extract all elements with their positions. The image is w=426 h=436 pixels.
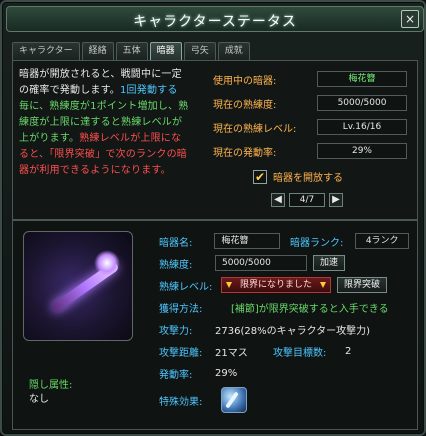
- tab-character[interactable]: キャラクター: [12, 42, 80, 60]
- close-button[interactable]: ×: [401, 10, 419, 28]
- hidden-attribute: 隠し属性: なし: [29, 379, 72, 407]
- speed-button[interactable]: 加速: [313, 255, 346, 271]
- stat-label: 使用中の暗器:: [213, 75, 277, 87]
- stat-value: 5000/5000: [317, 95, 407, 111]
- effect-label: 特殊効果:: [159, 396, 203, 408]
- special-effect-icon[interactable]: [221, 387, 247, 413]
- tab-bar: キャラクター 経絡 五体 暗器 弓矢 成就: [12, 42, 250, 60]
- tab-body[interactable]: 五体: [115, 42, 148, 60]
- detail-row-method: 獲得方法: [補節]が限界突破すると入手できる: [159, 297, 409, 317]
- detail-row-level: 熟練レベル: 限界になりました 限界突破: [159, 275, 409, 295]
- desc-line-3: 毎に、熟練度が1ポイント増加し、熟: [19, 101, 189, 112]
- breakthrough-button[interactable]: 限界突破: [337, 277, 388, 293]
- detail-row-rate: 発動率: 29%: [159, 363, 409, 383]
- name-label: 暗器名:: [159, 237, 193, 249]
- desc-line-2: の確率で発動します。1回発動する: [19, 85, 178, 96]
- pager: ◀ 4/7 ▶: [271, 193, 343, 207]
- open-hidden-weapon-row[interactable]: ✔ 暗器を開放する: [253, 169, 343, 184]
- weapon-details: 暗器名: 梅花簪 暗器ランク: 4ランク 熟練度: 5000/5000 加速 熟…: [159, 231, 410, 417]
- stat-label: 現在の熟練度:: [213, 99, 277, 111]
- stat-value: Lv.16/16: [317, 119, 407, 135]
- limit-reached-indicator: 限界になりました: [221, 277, 331, 293]
- rate-value: 29%: [215, 367, 238, 379]
- hidden-attr-value: なし: [29, 394, 49, 405]
- desc-line-6: ると、「限界突破」で次のランクの暗: [19, 149, 187, 160]
- stat-label: 現在の発動率:: [213, 147, 277, 159]
- tab-achievements[interactable]: 成就: [217, 42, 250, 60]
- desc-line-4: 練度が上限に達すると熟練レベルが: [19, 117, 183, 128]
- level-label: 熟練レベル:: [159, 281, 213, 293]
- stat-value: 梅花簪: [317, 71, 407, 87]
- detail-row-attack: 攻撃力: 2736(28%のキャラクター攻撃力): [159, 319, 409, 339]
- arrow-down-icon: [226, 282, 232, 288]
- method-label: 獲得方法:: [159, 303, 203, 315]
- open-checkbox[interactable]: ✔: [253, 169, 267, 184]
- desc-line-7: 器が利用できるようになります。: [19, 165, 171, 176]
- stats-block: 使用中の暗器: 梅花簪 現在の熟練度: 5000/5000 現在の熟練レベル: …: [213, 69, 413, 165]
- distance-value: 21マス: [215, 347, 248, 359]
- stat-row-proficiency: 現在の熟練度: 5000/5000: [213, 93, 413, 113]
- tab-meridian[interactable]: 経絡: [81, 42, 114, 60]
- description: 暗器が開放されると、戦闘中に一定 の確率で発動します。1回発動する 毎に、熟練度…: [19, 67, 205, 179]
- arrow-down-icon: [320, 282, 326, 288]
- tab-hidden-weapon[interactable]: 暗器: [149, 42, 182, 60]
- prev-page-button[interactable]: ◀: [271, 193, 285, 207]
- window-title: キャラクターステータス: [133, 14, 297, 30]
- weapon-image: [23, 231, 133, 341]
- rank-label: 暗器ランク:: [290, 237, 344, 249]
- stat-row-activation-rate: 現在の発動率: 29%: [213, 141, 413, 161]
- detail-row-name: 暗器名: 梅花簪 暗器ランク: 4ランク: [159, 231, 410, 251]
- desc-line-1: 暗器が開放されると、戦闘中に一定: [19, 69, 182, 80]
- bottom-panel: 隠し属性: なし 暗器名: 梅花簪 暗器ランク: 4ランク 熟練度: 5000/…: [12, 220, 418, 430]
- hidden-attr-label: 隠し属性:: [29, 380, 73, 391]
- detail-row-distance: 攻撃距離: 21マス 攻撃目標数: 2: [159, 341, 409, 361]
- next-page-button[interactable]: ▶: [329, 193, 343, 207]
- detail-row-proficiency: 熟練度: 5000/5000 加速: [159, 253, 409, 273]
- rank-value: 4ランク: [355, 233, 410, 249]
- rate-label: 発動率:: [159, 369, 193, 381]
- prof-value: 5000/5000: [215, 255, 307, 271]
- effect-weapon-icon: [225, 391, 239, 409]
- page-indicator: 4/7: [289, 193, 325, 207]
- distance-label: 攻撃距離:: [159, 347, 203, 359]
- attack-label: 攻撃力:: [159, 325, 193, 337]
- weapon-glow: [94, 250, 120, 276]
- method-value: [補節]が限界突破すると入手できる: [231, 303, 389, 315]
- stat-label: 現在の熟練レベル:: [213, 123, 297, 135]
- detail-row-effect: 特殊効果:: [159, 385, 409, 415]
- attack-value: 2736(28%のキャラクター攻撃力): [215, 325, 371, 337]
- limit-text: 限界になりました: [239, 280, 312, 290]
- name-value: 梅花簪: [214, 233, 280, 249]
- prof-label: 熟練度:: [159, 259, 193, 271]
- tab-bow-arrow[interactable]: 弓矢: [183, 42, 216, 60]
- targets-label: 攻撃目標数:: [273, 347, 327, 359]
- open-label: 暗器を開放する: [273, 173, 343, 184]
- top-panel: 暗器が開放されると、戦闘中に一定 の確率で発動します。1回発動する 毎に、熟練度…: [12, 60, 418, 220]
- desc-line-5: 上がります。熟練レベルが上限にな: [19, 133, 182, 144]
- stat-value: 29%: [317, 143, 407, 159]
- stat-row-weapon: 使用中の暗器: 梅花簪: [213, 69, 413, 89]
- character-status-window: キャラクターステータス × キャラクター 経絡 五体 暗器 弓矢 成就 暗器が開…: [0, 0, 426, 436]
- stat-row-level: 現在の熟練レベル: Lv.16/16: [213, 117, 413, 137]
- titlebar: キャラクターステータス ×: [6, 6, 424, 32]
- targets-value: 2: [345, 345, 352, 357]
